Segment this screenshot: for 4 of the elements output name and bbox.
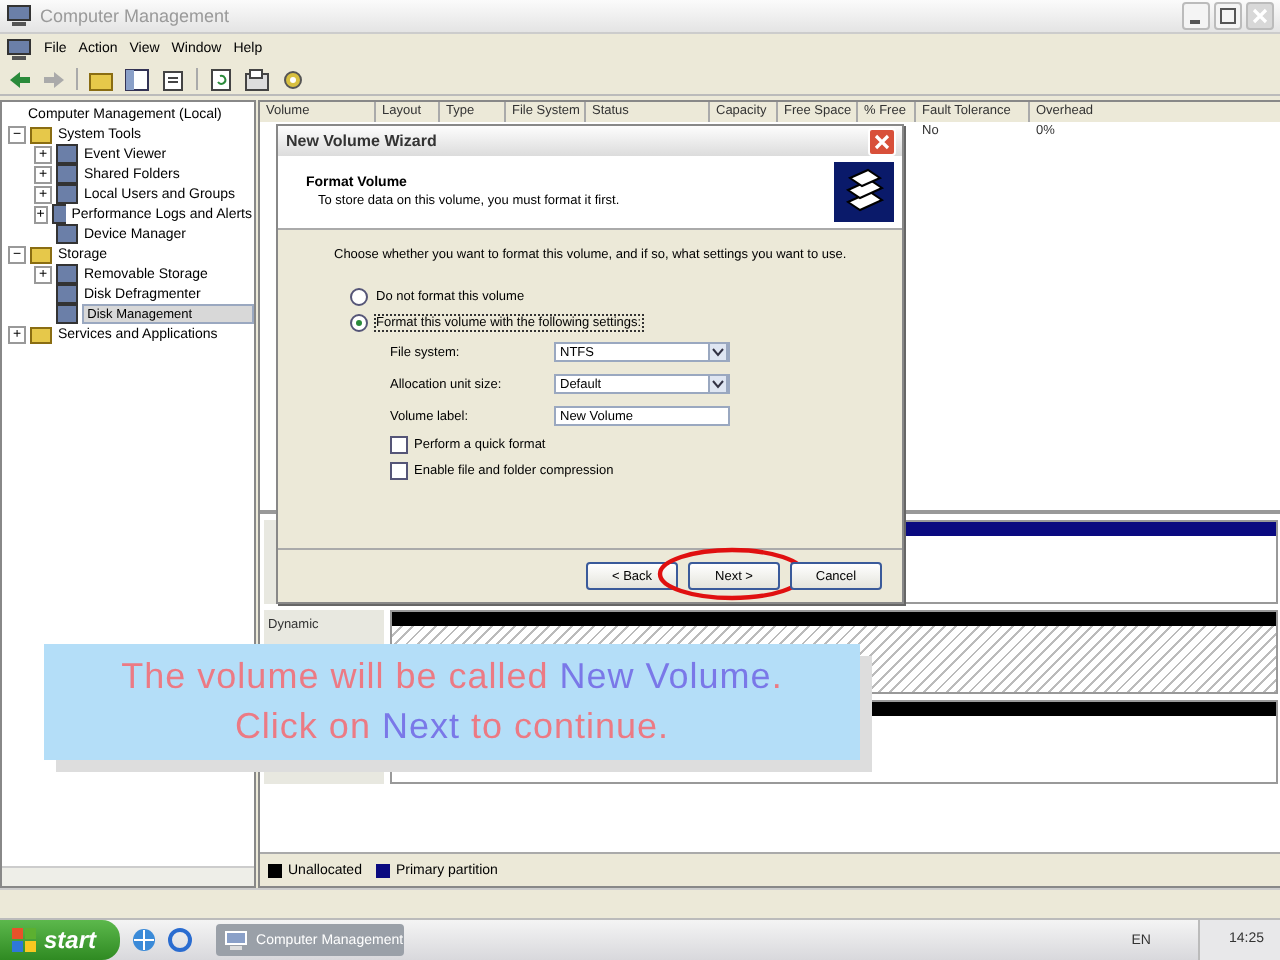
dialog-title: New Volume Wizard [286, 132, 437, 150]
caption-text: The volume will be called New Volume. [121, 656, 783, 698]
window-title: Computer Management [40, 6, 232, 26]
caption-text: Click on Next to continue. [234, 706, 670, 748]
